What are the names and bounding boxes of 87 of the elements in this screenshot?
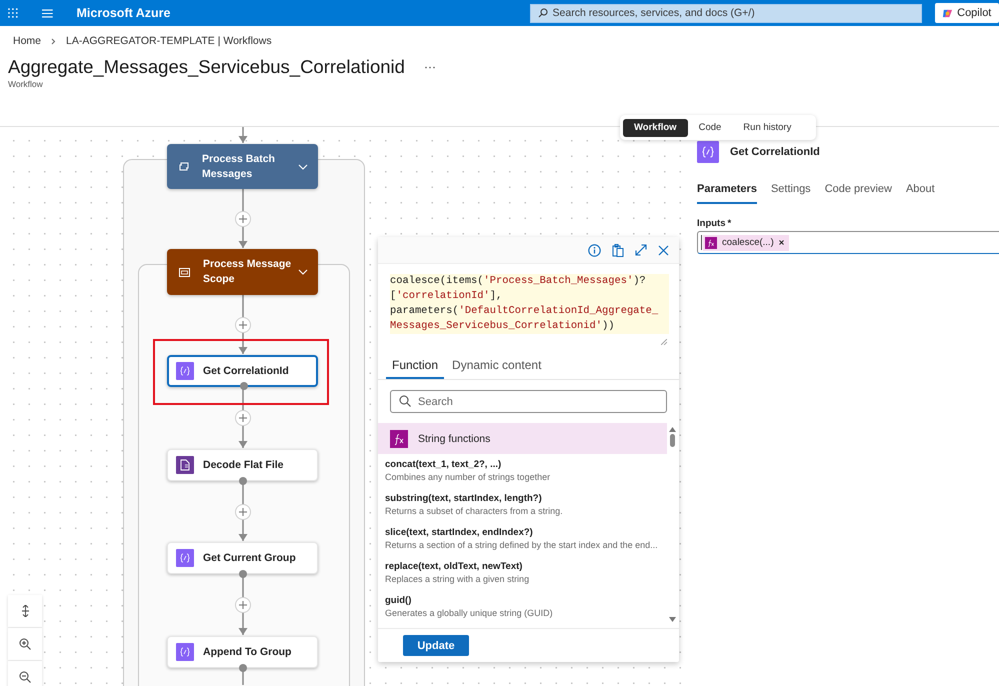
- page-subtitle: Workflow: [8, 79, 44, 89]
- function-signature[interactable]: concat(text_1, text_2?, ...): [385, 458, 667, 471]
- step-label: Process Batch Messages: [202, 152, 276, 182]
- step-label: Process Message Scope: [203, 257, 292, 287]
- plus-icon: [239, 321, 247, 329]
- function-description: Returns a section of a string defined by the start index and the end...: [385, 539, 659, 551]
- step-label: Get CorrelationId: [203, 365, 289, 377]
- scope-icon: [179, 268, 190, 276]
- connection-dot: [239, 570, 247, 578]
- copilot-logo-icon: [942, 8, 954, 18]
- app-launcher-icon[interactable]: [8, 8, 18, 18]
- function-description: Returns a subset of characters from a string.: [385, 505, 564, 517]
- breadcrumb-link[interactable]: LA-AGGREGATOR-TEMPLATE | Workflows: [66, 35, 272, 47]
- panel-tab[interactable]: Parameters: [697, 179, 757, 204]
- function-description: Replaces a string with a given string: [385, 573, 530, 585]
- info-icon[interactable]: [588, 244, 601, 256]
- vertical-arrows-icon: [20, 605, 30, 617]
- field-label: Inputs: [697, 218, 726, 229]
- function-description: Generates a globally unique string (GUID): [385, 607, 554, 619]
- chevron-down-icon[interactable]: [298, 269, 308, 275]
- panel-tab[interactable]: Settings: [770, 179, 811, 204]
- step-label: Append To Group: [203, 646, 292, 658]
- expression-token[interactable]: coalesce(...): [703, 234, 789, 250]
- step-label: Get Current Group: [203, 552, 296, 564]
- breadcrumb-link[interactable]: Home: [13, 35, 42, 47]
- clipboard-icon[interactable]: [612, 244, 624, 256]
- step-label: Decode Flat File: [203, 459, 284, 471]
- action-title: Get CorrelationId: [730, 146, 820, 158]
- required-mark: *: [728, 218, 732, 229]
- zoom-in-button[interactable]: [8, 628, 42, 661]
- connector-arrow: [238, 127, 248, 143]
- workflow-step-card[interactable]: Get CorrelationId: [167, 355, 318, 387]
- panel-tab[interactable]: Code preview: [824, 179, 892, 204]
- view-tab[interactable]: Workflow: [623, 118, 688, 136]
- chevron-right-icon: [51, 38, 56, 44]
- braces-icon: [176, 549, 194, 567]
- fit-view-button[interactable]: [8, 595, 42, 628]
- braces-icon: [176, 362, 194, 380]
- view-tab[interactable]: Run history: [732, 118, 802, 136]
- function-signature[interactable]: slice(text, startIndex, endIndex?): [385, 526, 667, 539]
- plus-icon: [239, 601, 247, 609]
- brand-name[interactable]: Microsoft Azure: [76, 6, 171, 20]
- search-icon: [399, 395, 411, 407]
- zoom-in-icon: [19, 638, 31, 650]
- inputs-field[interactable]: coalesce(...): [697, 231, 999, 254]
- connection-dot: [240, 382, 248, 390]
- document-icon: [176, 456, 194, 474]
- function-search-field[interactable]: Search: [390, 390, 667, 413]
- token-label: coalesce(...): [722, 237, 774, 248]
- expand-icon[interactable]: [635, 244, 647, 256]
- function-category-header[interactable]: String functions: [378, 423, 667, 454]
- function-signature[interactable]: substring(text, startIndex, length?): [385, 492, 667, 505]
- connection-dot: [239, 477, 247, 485]
- resize-grip-icon[interactable]: [661, 339, 667, 345]
- panel-tab[interactable]: About: [906, 179, 935, 204]
- plus-icon: [239, 215, 247, 223]
- close-icon[interactable]: [658, 244, 669, 256]
- braces-icon: [176, 643, 194, 661]
- scrollbar-thumb[interactable]: [670, 434, 674, 447]
- update-button[interactable]: Update: [403, 635, 469, 656]
- search-icon: [538, 8, 548, 18]
- global-search-field[interactable]: Search resources, services, and docs (G+/): [530, 4, 922, 22]
- function-signature[interactable]: replace(text, oldText, newText): [385, 560, 667, 573]
- workflow-step-card[interactable]: Process Message Scope: [167, 249, 318, 295]
- remove-icon[interactable]: [778, 240, 784, 245]
- function-signature[interactable]: guid(): [385, 594, 667, 607]
- function-icon: [390, 430, 408, 448]
- page-title: Aggregate_Messages_Servicebus_Correlationid: [8, 55, 405, 79]
- category-label: String functions: [418, 432, 490, 444]
- connection-dot: [239, 664, 247, 672]
- zoom-out-button[interactable]: [8, 661, 42, 686]
- function-description: Combines any number of strings together: [385, 471, 552, 483]
- editor-tab[interactable]: Function: [386, 354, 444, 379]
- editor-tab[interactable]: Dynamic content: [446, 354, 548, 379]
- scroll-up-icon[interactable]: [668, 427, 676, 432]
- zoom-out-icon: [19, 671, 31, 683]
- workflow-step-card[interactable]: Process Batch Messages: [167, 144, 318, 189]
- copilot-button[interactable]: Copilot: [934, 3, 999, 23]
- plus-icon: [239, 414, 247, 422]
- more-icon[interactable]: [424, 66, 435, 68]
- chevron-down-icon[interactable]: [298, 164, 308, 170]
- plus-icon: [239, 508, 247, 516]
- function-icon: [705, 236, 717, 248]
- menu-icon[interactable]: [42, 8, 53, 18]
- view-tab[interactable]: Code: [688, 118, 732, 136]
- scroll-down-icon[interactable]: [668, 617, 676, 622]
- loop-icon: [179, 162, 189, 171]
